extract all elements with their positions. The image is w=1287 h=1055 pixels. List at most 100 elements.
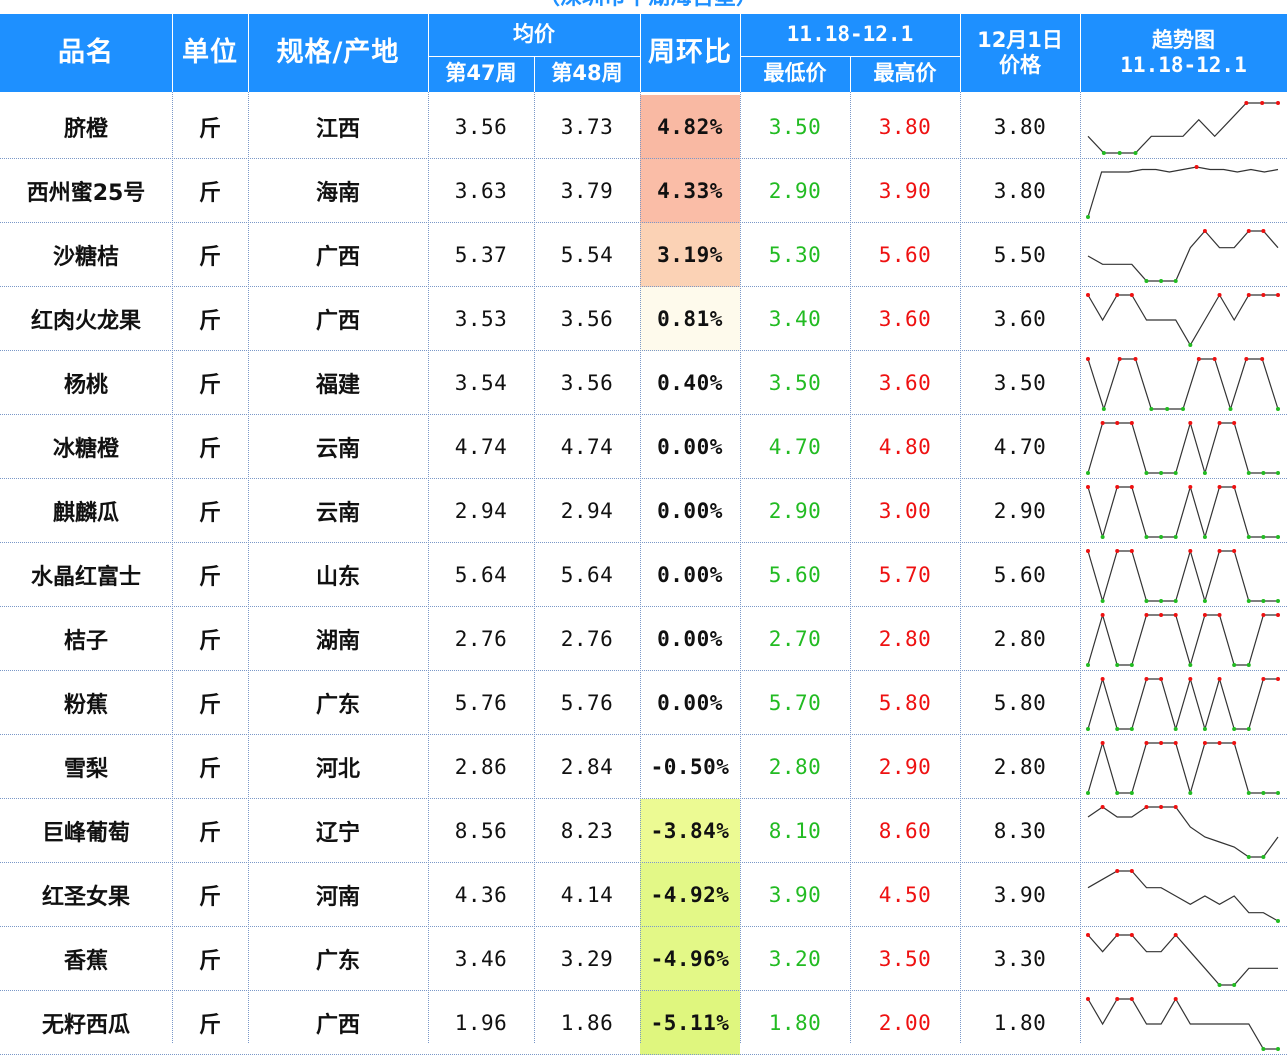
cell-max: 4.50 — [878, 883, 932, 907]
cell-w48: 5.64 — [560, 563, 614, 587]
cell-min: 4.70 — [768, 435, 822, 459]
trend-high-marker — [1261, 613, 1266, 617]
trend-high-marker — [1232, 741, 1237, 745]
cell-unit: 斤 — [198, 565, 221, 590]
cell-min: 5.70 — [768, 691, 822, 715]
trend-sparkline — [1086, 740, 1280, 796]
cell-w48: 3.56 — [560, 307, 614, 331]
cell-unit: 斤 — [198, 885, 221, 910]
cell-name: 红肉火龙果 — [30, 309, 141, 334]
cell-wow: 0.00% — [657, 499, 723, 523]
trend-high-marker — [1188, 549, 1193, 553]
trend-low-marker — [1173, 727, 1178, 731]
trend-line — [1087, 676, 1278, 732]
trend-low-marker — [1086, 471, 1090, 475]
trend-low-marker — [1261, 1047, 1266, 1051]
trend-high-marker — [1115, 997, 1120, 1001]
trend-low-marker — [1232, 983, 1237, 987]
trend-high-marker — [1129, 485, 1134, 489]
trend-low-marker — [1086, 727, 1090, 731]
cell-unit: 斤 — [198, 693, 221, 718]
trend-low-marker — [1276, 599, 1280, 603]
cell-unit: 斤 — [198, 949, 221, 974]
trend-sparkline — [1086, 420, 1280, 476]
trend-low-marker — [1217, 983, 1222, 987]
trend-low-marker — [1159, 535, 1164, 539]
trend-low-marker — [1232, 727, 1237, 731]
cell-w48: 5.54 — [560, 243, 614, 267]
trend-high-marker — [1159, 741, 1164, 745]
cell-wow: 0.00% — [657, 691, 723, 715]
cell-unit: 斤 — [198, 245, 221, 270]
trend-sparkline — [1086, 676, 1280, 732]
trend-low-marker — [1246, 727, 1251, 731]
trend-sparkline — [1086, 933, 1278, 987]
trend-high-marker — [1115, 869, 1120, 873]
trend-line — [1087, 740, 1278, 796]
cell-unit: 斤 — [198, 117, 221, 142]
cell-name: 水晶红富士 — [30, 565, 141, 590]
trend-high-marker — [1202, 613, 1207, 617]
trend-high-marker — [1261, 229, 1266, 233]
table-caption: （深圳市平湖海吉星） — [428, 0, 868, 13]
trend-high-marker — [1260, 101, 1265, 105]
trend-low-marker — [1181, 407, 1185, 411]
cell-w48: 4.14 — [560, 883, 614, 907]
trend-high-marker — [1232, 485, 1237, 489]
trend-low-marker — [1100, 599, 1105, 603]
cell-unit: 斤 — [198, 309, 221, 334]
header-dec1-line1: 12月1日 — [977, 27, 1063, 52]
trend-low-marker — [1101, 151, 1106, 155]
trend-high-marker — [1217, 421, 1222, 425]
cell-w47: 3.63 — [454, 179, 508, 203]
cell-name: 西州蜜25号 — [26, 181, 146, 206]
trend-high-marker — [1129, 933, 1134, 937]
cell-unit: 斤 — [198, 181, 221, 206]
trend-high-marker — [1173, 997, 1178, 1001]
trend-high-marker — [1188, 421, 1193, 425]
cell-price: 3.90 — [993, 883, 1047, 907]
cell-price: 5.80 — [993, 691, 1047, 715]
trend-high-marker — [1129, 293, 1134, 297]
header-min-price: 最低价 — [740, 56, 850, 92]
cell-unit: 斤 — [198, 757, 221, 782]
trend-high-marker — [1276, 677, 1280, 681]
trend-line — [1087, 548, 1278, 604]
trend-high-marker — [1202, 741, 1207, 745]
cell-max: 3.80 — [878, 115, 932, 139]
cell-wow: -5.11% — [640, 991, 740, 1055]
trend-low-marker — [1261, 471, 1266, 475]
trend-low-marker — [1261, 535, 1266, 539]
trend-high-marker — [1100, 613, 1105, 617]
trend-high-marker — [1173, 613, 1178, 617]
trend-high-marker — [1159, 805, 1164, 809]
trend-high-marker — [1086, 357, 1090, 361]
cell-price: 4.70 — [993, 435, 1047, 459]
trend-high-marker — [1100, 677, 1105, 681]
cell-w48: 3.79 — [560, 179, 614, 203]
trend-low-marker — [1165, 407, 1170, 411]
trend-low-marker — [1129, 791, 1134, 795]
cell-max: 3.60 — [878, 371, 932, 395]
trend-high-marker — [1217, 485, 1222, 489]
trend-low-marker — [1115, 791, 1120, 795]
cell-name: 杨桃 — [63, 373, 108, 398]
trend-low-marker — [1276, 407, 1280, 411]
trend-low-marker — [1276, 535, 1280, 539]
cell-origin: 广东 — [315, 693, 360, 718]
trend-high-marker — [1115, 485, 1120, 489]
cell-w48: 1.86 — [560, 1011, 614, 1035]
trend-high-marker — [1196, 357, 1201, 361]
trend-low-marker — [1246, 855, 1251, 859]
trend-high-marker — [1129, 997, 1134, 1001]
cell-max: 5.80 — [878, 691, 932, 715]
cell-price: 3.50 — [993, 371, 1047, 395]
trend-high-marker — [1144, 613, 1149, 617]
cell-origin: 江西 — [315, 117, 360, 142]
cell-w48: 2.76 — [560, 627, 614, 651]
trend-sparkline — [1086, 484, 1280, 540]
trend-high-marker — [1100, 805, 1105, 809]
cell-origin: 山东 — [315, 565, 360, 590]
trend-high-marker — [1159, 677, 1164, 681]
trend-high-marker — [1202, 229, 1207, 233]
